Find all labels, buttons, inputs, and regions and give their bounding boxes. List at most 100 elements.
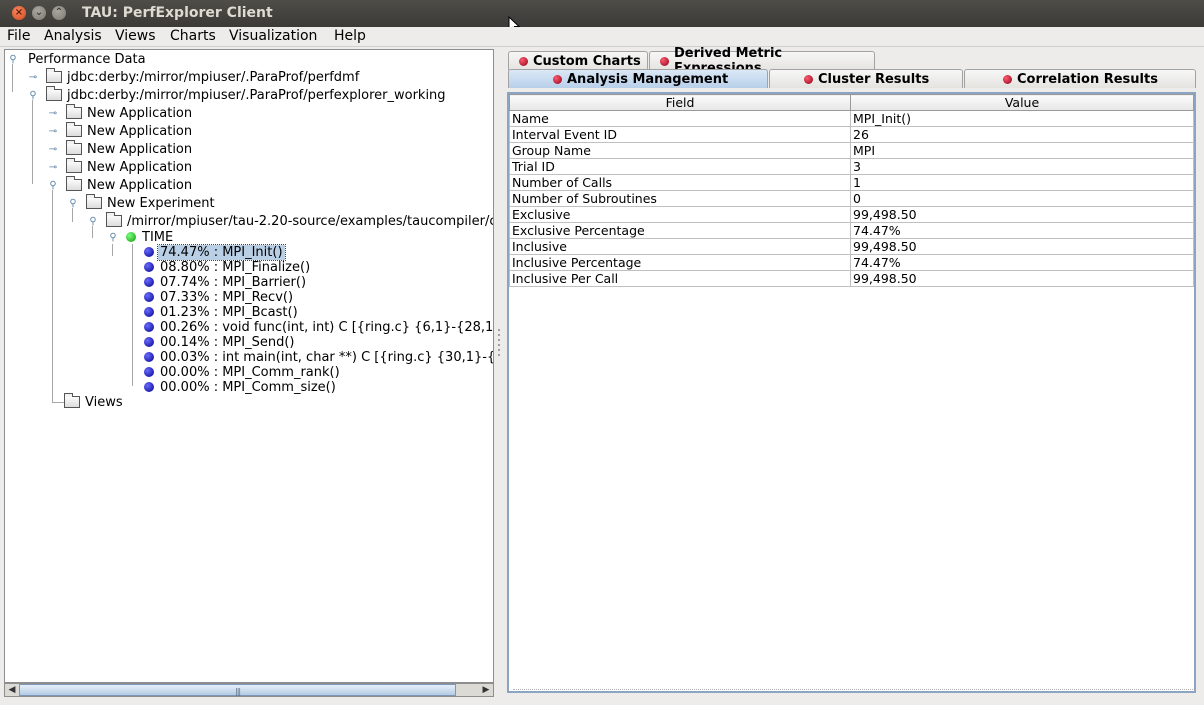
- tree-root-label: Performance Data: [28, 51, 146, 67]
- tree-application[interactable]: ⊸ New Application: [48, 122, 194, 140]
- folder-icon: [46, 68, 62, 83]
- tab-analysis-management[interactable]: Analysis Management: [508, 69, 768, 88]
- field-cell[interactable]: Inclusive: [509, 238, 851, 255]
- tree-application[interactable]: ⊸ New Application: [48, 104, 194, 122]
- field-cell[interactable]: Exclusive Percentage: [509, 222, 851, 239]
- tree-database-working[interactable]: ⚲ jdbc:derby:/mirror/mpiuser/.ParaProf/p…: [28, 86, 448, 104]
- tree-application[interactable]: ⚲ New Application: [48, 176, 194, 194]
- tree-experiment[interactable]: ⚲ New Experiment: [68, 194, 217, 212]
- table-row[interactable]: Number of Calls 1: [509, 174, 1194, 191]
- expanded-icon[interactable]: ⚲: [28, 90, 38, 101]
- table-row[interactable]: Interval Event ID 26: [509, 126, 1194, 143]
- window-title: TAU: PerfExplorer Client: [82, 5, 273, 21]
- column-header-value[interactable]: Value: [850, 94, 1194, 111]
- column-header-field[interactable]: Field: [509, 94, 851, 111]
- value-cell[interactable]: 1: [850, 174, 1194, 191]
- tree-event[interactable]: 00.00% : MPI_Comm_size(): [144, 378, 338, 396]
- red-dot-icon: [660, 56, 669, 66]
- expanded-icon[interactable]: ⚲: [68, 198, 78, 209]
- scroll-left-icon[interactable]: ◀: [5, 684, 19, 696]
- field-value-table: Field Value Name MPI_Init() Interval Even…: [507, 92, 1196, 693]
- value-cell[interactable]: 99,498.50: [850, 238, 1194, 255]
- value-cell[interactable]: 99,498.50: [850, 206, 1194, 223]
- event-blue-dot-icon: [144, 352, 154, 362]
- tab-cluster-results[interactable]: Cluster Results: [769, 69, 963, 88]
- table-row[interactable]: Number of Subroutines 0: [509, 190, 1194, 207]
- field-cell[interactable]: Number of Subroutines: [509, 190, 851, 207]
- table-row[interactable]: Inclusive 99,498.50: [509, 238, 1194, 255]
- value-cell[interactable]: 0: [850, 190, 1194, 207]
- field-cell[interactable]: Trial ID: [509, 158, 851, 175]
- folder-icon: [66, 140, 82, 155]
- red-dot-icon: [519, 56, 528, 66]
- event-blue-dot-icon: [144, 322, 154, 332]
- value-cell[interactable]: MPI_Init(): [850, 110, 1194, 127]
- tree-database-perfdmf[interactable]: ⊸ jdbc:derby:/mirror/mpiuser/.ParaProf/p…: [28, 68, 361, 86]
- table-row[interactable]: Exclusive 99,498.50: [509, 206, 1194, 223]
- menu-visualization[interactable]: Visualization: [229, 28, 317, 44]
- close-icon[interactable]: ×: [12, 6, 26, 20]
- metric-green-dot-icon: [126, 232, 136, 242]
- tree-views[interactable]: Views: [64, 393, 125, 411]
- tab-derived-metric-expressions[interactable]: Derived Metric Expressions: [649, 46, 875, 76]
- menu-charts[interactable]: Charts: [170, 28, 216, 44]
- collapsed-icon[interactable]: ⊸: [48, 162, 58, 173]
- value-cell[interactable]: 99,498.50: [850, 270, 1194, 287]
- table-row[interactable]: Inclusive Per Call 99,498.50: [509, 270, 1194, 287]
- folder-icon: [106, 212, 122, 227]
- table-row[interactable]: Exclusive Percentage 74.47%: [509, 222, 1194, 239]
- value-cell[interactable]: 74.47%: [850, 254, 1194, 271]
- collapsed-icon[interactable]: ⊸: [48, 126, 58, 137]
- field-cell[interactable]: Interval Event ID: [509, 126, 851, 143]
- folder-icon: [86, 194, 102, 209]
- menu-help[interactable]: Help: [334, 28, 366, 44]
- field-cell[interactable]: Group Name: [509, 142, 851, 159]
- value-cell[interactable]: 74.47%: [850, 222, 1194, 239]
- field-cell[interactable]: Exclusive: [509, 206, 851, 223]
- folder-icon: [66, 176, 82, 191]
- split-pane-divider[interactable]: [495, 49, 503, 697]
- menu-file[interactable]: File: [7, 28, 30, 44]
- scroll-right-icon[interactable]: ▶: [479, 684, 493, 696]
- minimize-icon[interactable]: ⌄: [32, 6, 46, 20]
- table-row[interactable]: Name MPI_Init(): [509, 110, 1194, 127]
- value-cell[interactable]: MPI: [850, 142, 1194, 159]
- field-cell[interactable]: Inclusive Per Call: [509, 270, 851, 287]
- tree-application[interactable]: ⊸ New Application: [48, 140, 194, 158]
- tree-root[interactable]: ⚲ Performance Data: [8, 50, 148, 68]
- resize-grip[interactable]: [513, 689, 1193, 695]
- expanded-icon[interactable]: ⚲: [8, 54, 18, 65]
- table-row[interactable]: Group Name MPI: [509, 142, 1194, 159]
- performance-tree: ⚲ Performance Data ⊸ jdbc:derby:/mirror/…: [4, 49, 494, 683]
- value-cell[interactable]: 3: [850, 158, 1194, 175]
- folder-icon: [46, 86, 62, 101]
- menu-analysis[interactable]: Analysis: [44, 28, 102, 44]
- tree-horizontal-scrollbar[interactable]: ◀ ||| ▶: [4, 683, 494, 697]
- field-cell[interactable]: Name: [509, 110, 851, 127]
- expanded-icon[interactable]: ⚲: [48, 180, 58, 191]
- value-cell[interactable]: 26: [850, 126, 1194, 143]
- analysis-panel: Custom Charts Derived Metric Expressions…: [505, 46, 1200, 699]
- red-dot-icon: [804, 74, 813, 84]
- table-row[interactable]: Inclusive Percentage 74.47%: [509, 254, 1194, 271]
- tab-correlation-results[interactable]: Correlation Results: [964, 69, 1196, 88]
- folder-icon: [66, 104, 82, 119]
- expanded-icon[interactable]: ⚲: [108, 232, 118, 243]
- title-bar: × ⌄ ⌃ TAU: PerfExplorer Client: [0, 0, 1204, 27]
- collapsed-icon[interactable]: ⊸: [28, 72, 38, 83]
- tab-custom-charts[interactable]: Custom Charts: [508, 51, 648, 70]
- event-blue-dot-icon: [144, 382, 154, 392]
- maximize-icon[interactable]: ⌃: [52, 6, 66, 20]
- field-cell[interactable]: Inclusive Percentage: [509, 254, 851, 271]
- scrollbar-thumb[interactable]: |||: [19, 684, 456, 696]
- menu-views[interactable]: Views: [115, 28, 156, 44]
- event-blue-dot-icon: [144, 337, 154, 347]
- field-cell[interactable]: Number of Calls: [509, 174, 851, 191]
- event-blue-dot-icon: [144, 307, 154, 317]
- tree-application[interactable]: ⊸ New Application: [48, 158, 194, 176]
- table-row[interactable]: Trial ID 3: [509, 158, 1194, 175]
- expanded-icon[interactable]: ⚲: [88, 216, 98, 227]
- collapsed-icon[interactable]: ⊸: [48, 144, 58, 155]
- red-dot-icon: [553, 74, 562, 84]
- collapsed-icon[interactable]: ⊸: [48, 108, 58, 119]
